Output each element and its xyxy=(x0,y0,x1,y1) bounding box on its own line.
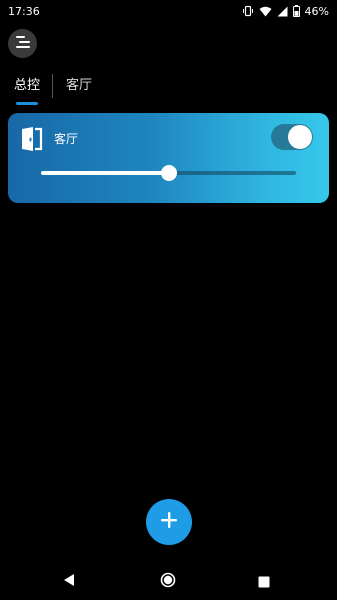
back-icon[interactable] xyxy=(62,572,76,591)
status-icons: 46% xyxy=(242,5,329,18)
brightness-slider[interactable] xyxy=(41,165,296,181)
room-card[interactable]: 客厅 xyxy=(8,113,329,203)
tab-all[interactable]: 总控 xyxy=(14,78,40,94)
wifi-icon xyxy=(259,6,272,17)
active-tab-indicator xyxy=(16,102,38,105)
system-nav-bar xyxy=(0,560,337,600)
menu-icon xyxy=(15,34,31,53)
home-icon[interactable] xyxy=(160,572,176,592)
status-time: 17:36 xyxy=(8,4,40,18)
room-name: 客厅 xyxy=(54,132,79,146)
status-bar: 17:36 46% xyxy=(0,0,337,22)
room-tabs: 总控 客厅 xyxy=(0,74,337,110)
battery-percent: 46% xyxy=(304,4,329,18)
power-toggle[interactable] xyxy=(271,124,313,150)
battery-icon xyxy=(292,5,300,17)
plus-icon xyxy=(160,511,178,533)
door-icon xyxy=(21,127,43,151)
signal-icon xyxy=(277,6,288,17)
vibrate-icon xyxy=(242,5,254,17)
slider-fill xyxy=(41,171,169,175)
tab-divider xyxy=(52,74,53,98)
app-screen: 17:36 46% 总控 客厅 客厅 xyxy=(0,0,337,600)
add-button[interactable] xyxy=(146,499,192,545)
tab-living-room[interactable]: 客厅 xyxy=(66,78,92,94)
recents-icon[interactable] xyxy=(258,573,270,592)
menu-button[interactable] xyxy=(8,29,37,58)
slider-thumb[interactable] xyxy=(160,165,177,181)
toggle-knob xyxy=(288,125,312,149)
